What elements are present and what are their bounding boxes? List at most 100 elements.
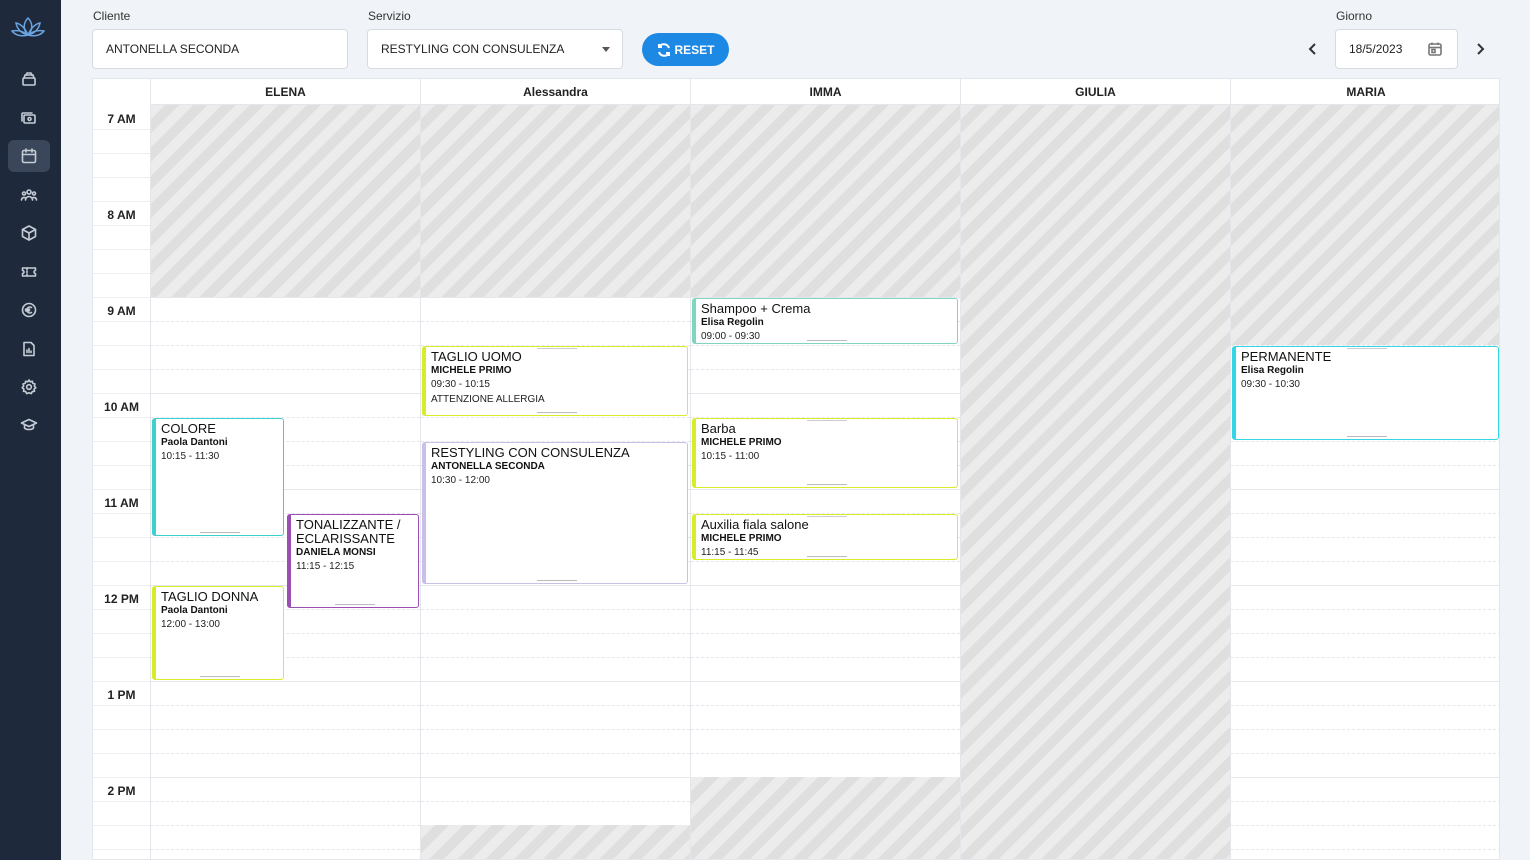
reset-label: RESET [674, 42, 715, 57]
gutter-line [93, 825, 150, 826]
gutter-line [93, 537, 150, 538]
resize-handle[interactable] [199, 676, 240, 677]
appointment-taglio-uomo[interactable]: TAGLIO UOMO MICHELE PRIMO 09:30 - 10:15 … [422, 346, 688, 416]
appointment-time: 09:00 - 09:30 [701, 331, 760, 342]
drag-handle[interactable] [806, 420, 847, 421]
gutter-line [93, 369, 150, 370]
appointment-time: 09:30 - 10:15 [431, 379, 490, 390]
gutter-line [93, 561, 150, 562]
time-slot-line [691, 369, 960, 370]
appointment-permanente[interactable]: PERMANENTE Elisa Regolin 09:30 - 10:30 [1232, 346, 1499, 440]
euro-icon[interactable] [8, 294, 50, 326]
time-slot-line [1231, 801, 1499, 802]
column-header-giulia: GIULIA [960, 79, 1230, 105]
calendar-icon[interactable] [8, 140, 50, 172]
servizio-select[interactable]: RESTYLING CON CONSULENZA [367, 29, 623, 69]
time-slot-line [691, 489, 960, 490]
gutter-line [93, 777, 150, 778]
giorno-date-input[interactable]: 18/5/2023 [1335, 29, 1458, 69]
time-slot-line [691, 633, 960, 634]
gutter-line [93, 705, 150, 706]
resize-handle[interactable] [806, 484, 847, 485]
appointment-time: 12:00 - 13:00 [161, 619, 220, 630]
gear-icon[interactable] [8, 371, 50, 403]
appointment-client: MICHELE PRIMO [431, 365, 512, 376]
time-slot-line [421, 657, 690, 658]
time-slot-line [151, 753, 420, 754]
time-slot-line [151, 849, 420, 850]
gutter-line [93, 681, 150, 682]
reset-button[interactable]: RESET [642, 33, 729, 66]
appointment-auxilia-fiala[interactable]: Auxilia fiala salone MICHELE PRIMO 11:15… [692, 514, 958, 560]
appointment-title: COLORE [161, 421, 216, 436]
appointment-client: Elisa Regolin [1241, 365, 1304, 376]
gutter-line [93, 249, 150, 250]
prev-day-button[interactable] [1305, 40, 1321, 58]
drag-handle[interactable] [536, 348, 577, 349]
cards-icon[interactable] [8, 102, 50, 134]
resize-handle[interactable] [536, 412, 577, 413]
appointment-title: Barba [701, 421, 736, 436]
users-icon[interactable] [8, 179, 50, 211]
gutter-line [93, 801, 150, 802]
time-slot-line [151, 345, 420, 346]
appointment-colore[interactable]: COLORE Paola Dantoni 10:15 - 11:30 [152, 418, 284, 536]
resize-handle[interactable] [1347, 436, 1387, 437]
drag-handle[interactable] [806, 516, 847, 517]
appointment-barba[interactable]: Barba MICHELE PRIMO 10:15 - 11:00 [692, 418, 958, 488]
time-slot-line [691, 561, 960, 562]
appointment-tonalizzante[interactable]: TONALIZZANTE / ECLARISSANTE DANIELA MONS… [287, 514, 419, 608]
time-slot-line [691, 585, 960, 586]
time-label-12pm: 12 PM [104, 592, 139, 606]
ticket-icon[interactable] [8, 256, 50, 288]
time-slot-line [1231, 825, 1499, 826]
giorno-value: 18/5/2023 [1349, 42, 1403, 56]
lotus-logo[interactable] [10, 12, 46, 42]
time-label-10am: 10 AM [104, 400, 139, 414]
report-icon[interactable] [8, 333, 50, 365]
resize-handle[interactable] [334, 604, 375, 605]
gutter-line [93, 393, 150, 394]
box-icon[interactable] [8, 217, 50, 249]
time-slot-line [1231, 561, 1499, 562]
resize-handle[interactable] [806, 340, 847, 341]
time-label-7am: 7 AM [107, 112, 136, 126]
time-slot-line [421, 585, 690, 586]
gutter-line [93, 177, 150, 178]
appointment-note: ATTENZIONE ALLERGIA [431, 394, 545, 405]
appointment-time: 10:15 - 11:30 [161, 451, 220, 462]
column-header-alessandra: Alessandra [420, 79, 690, 105]
next-day-button[interactable] [1472, 40, 1488, 58]
stack-icon[interactable] [8, 63, 50, 95]
time-slot-line [151, 297, 420, 298]
calendar-picker-icon[interactable] [1427, 41, 1443, 57]
time-slot-line [691, 729, 960, 730]
gutter-line [93, 345, 150, 346]
appointment-taglio-donna[interactable]: TAGLIO DONNA Paola Dantoni 12:00 - 13:00 [152, 586, 284, 680]
time-slot-line [421, 753, 690, 754]
appointment-client: Elisa Regolin [701, 317, 764, 328]
time-slot-line [1231, 513, 1499, 514]
time-slot-line [1231, 489, 1499, 490]
giorno-label: Giorno [1336, 9, 1373, 23]
appointment-restyling[interactable]: RESTYLING CON CONSULENZA ANTONELLA SECON… [422, 442, 688, 584]
time-slot-line [421, 777, 690, 778]
cliente-value: ANTONELLA SECONDA [106, 42, 240, 56]
graduation-icon[interactable] [8, 409, 50, 441]
drag-handle[interactable] [1347, 348, 1387, 349]
appointment-client: Paola Dantoni [161, 605, 228, 616]
servizio-value: RESTYLING CON CONSULENZA [381, 42, 565, 56]
column-header-imma: IMMA [690, 79, 960, 105]
time-slot-line [151, 321, 420, 322]
resize-handle[interactable] [199, 532, 240, 533]
appointment-time: 10:15 - 11:00 [701, 451, 760, 462]
cliente-input[interactable]: ANTONELLA SECONDA [92, 29, 348, 69]
column-maria[interactable] [1230, 105, 1499, 859]
refresh-icon [658, 42, 671, 57]
time-slot-line [421, 609, 690, 610]
resize-handle[interactable] [536, 580, 577, 581]
time-label-11am: 11 AM [104, 496, 139, 510]
resize-handle[interactable] [806, 556, 847, 557]
appointment-shampoo-crema[interactable]: Shampoo + Crema Elisa Regolin 09:00 - 09… [692, 298, 958, 344]
column-giulia[interactable] [960, 105, 1230, 859]
